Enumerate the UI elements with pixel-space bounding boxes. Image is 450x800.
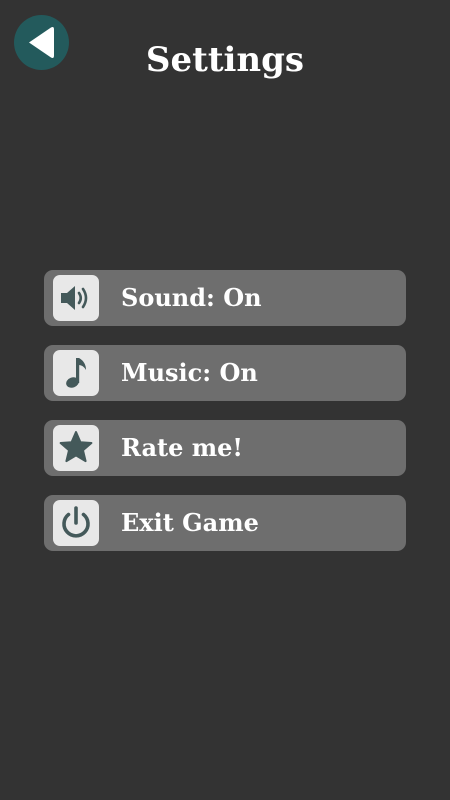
star-icon (53, 425, 99, 471)
rate-me-button[interactable]: Rate me! (44, 420, 406, 476)
settings-menu: Sound: On Music: On Rate me! Exit Game (44, 270, 406, 570)
page-title: Settings (145, 40, 305, 80)
power-icon (53, 500, 99, 546)
sound-toggle-button[interactable]: Sound: On (44, 270, 406, 326)
exit-game-label: Exit Game (121, 508, 259, 537)
rate-me-label: Rate me! (121, 433, 243, 462)
music-note-icon (53, 350, 99, 396)
speaker-icon (53, 275, 99, 321)
sound-label: Sound: On (121, 283, 262, 312)
exit-game-button[interactable]: Exit Game (44, 495, 406, 551)
music-label: Music: On (121, 358, 258, 387)
music-toggle-button[interactable]: Music: On (44, 345, 406, 401)
